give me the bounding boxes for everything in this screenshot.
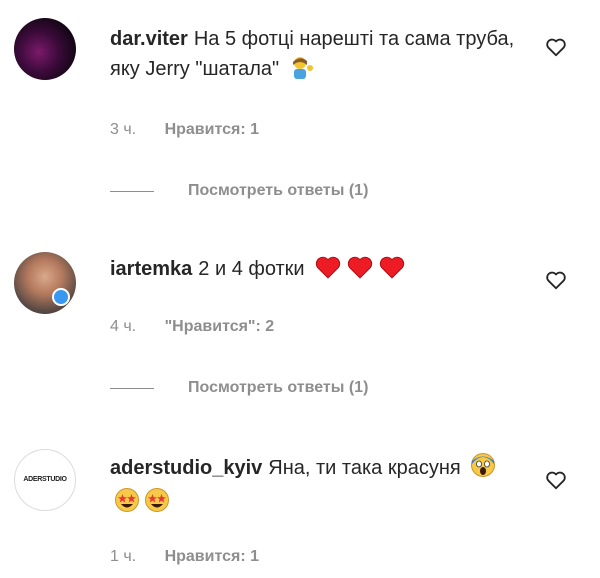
person-tipping-hand-icon bbox=[289, 55, 315, 88]
comment-meta: 1 ч. Нравится: 1 bbox=[110, 548, 259, 566]
comment-time[interactable]: 3 ч. bbox=[110, 121, 136, 138]
comment-username[interactable]: iartemka bbox=[110, 258, 192, 280]
red-heart-icon bbox=[378, 255, 406, 288]
verified-badge-icon bbox=[52, 288, 70, 306]
comment-time[interactable]: 1 ч. bbox=[110, 548, 136, 565]
comment-likes[interactable]: "Нравится": 2 bbox=[165, 318, 275, 335]
avatar[interactable] bbox=[14, 252, 76, 314]
avatar[interactable]: ADERSTUDIO bbox=[14, 449, 76, 511]
face-screaming-in-fear-icon bbox=[470, 452, 496, 487]
comment-likes[interactable]: Нравится: 1 bbox=[165, 121, 259, 138]
heart-outline-icon bbox=[546, 38, 566, 57]
comment-meta: 4 ч. "Нравится": 2 bbox=[110, 318, 274, 336]
divider bbox=[110, 190, 154, 192]
comment-text: aderstudio_kyiv Яна, ти така красуня bbox=[110, 452, 520, 522]
avatar[interactable] bbox=[14, 18, 76, 80]
star-struck-icon bbox=[144, 487, 170, 522]
view-replies-button[interactable]: Посмотреть ответы (1) bbox=[110, 182, 368, 200]
comment-username[interactable]: aderstudio_kyiv bbox=[110, 457, 262, 479]
red-heart-icon bbox=[346, 255, 374, 288]
heart-outline-icon bbox=[546, 471, 566, 490]
comment-text: dar.viter На 5 фотці нарешті та сама труб… bbox=[110, 24, 520, 88]
comment-text: iartemka 2 и 4 фотки bbox=[110, 254, 520, 288]
divider bbox=[110, 387, 154, 389]
avatar-logo: ADERSTUDIO bbox=[23, 476, 67, 483]
comment-meta: 3 ч. Нравится: 1 bbox=[110, 121, 259, 139]
view-replies-label: Посмотреть ответы (1) bbox=[188, 379, 369, 396]
like-comment-button[interactable] bbox=[545, 36, 567, 58]
like-comment-button[interactable] bbox=[545, 269, 567, 291]
comment-time[interactable]: 4 ч. bbox=[110, 318, 136, 335]
heart-outline-icon bbox=[546, 271, 566, 290]
star-struck-icon bbox=[114, 487, 140, 522]
red-heart-icon bbox=[314, 255, 342, 288]
comment-likes[interactable]: Нравится: 1 bbox=[165, 548, 259, 565]
comment-body: 2 и 4 фотки bbox=[198, 258, 305, 280]
view-replies-label: Посмотреть ответы (1) bbox=[188, 182, 369, 199]
comment-username[interactable]: dar.viter bbox=[110, 28, 188, 50]
view-replies-button[interactable]: Посмотреть ответы (1) bbox=[110, 379, 368, 397]
like-comment-button[interactable] bbox=[545, 469, 567, 491]
comment-body: Яна, ти така красуня bbox=[268, 457, 461, 479]
